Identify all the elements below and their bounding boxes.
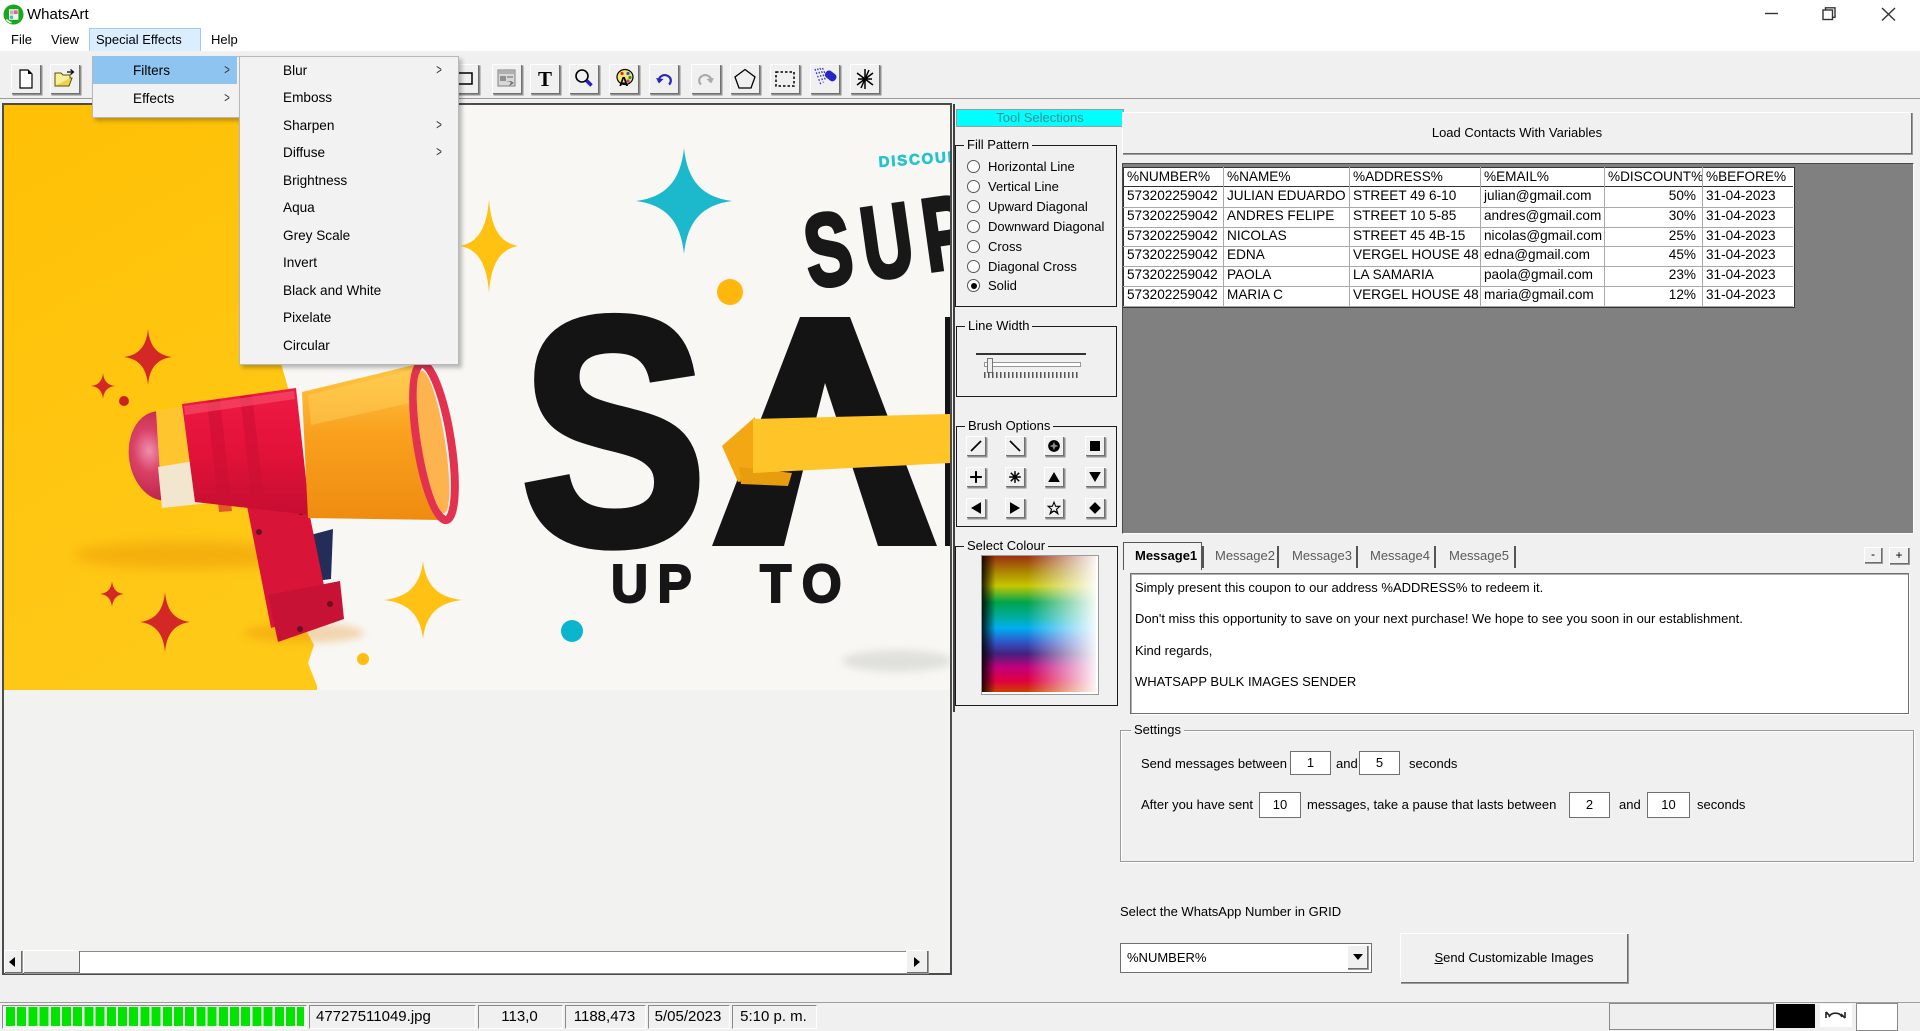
svg-text:T: T — [538, 68, 552, 90]
svg-text:TO: TO — [760, 554, 853, 614]
svg-text:UP: UP — [611, 554, 701, 614]
svg-text:A: A — [619, 74, 629, 89]
